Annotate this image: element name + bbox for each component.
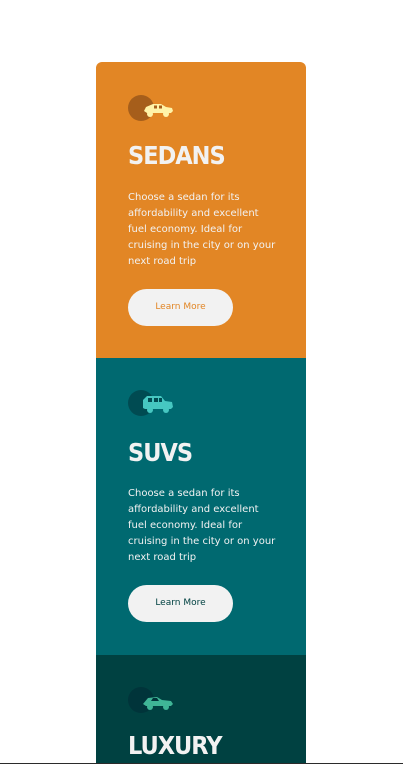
sedans-description: Choose a sedan for its affordability and… (128, 192, 276, 267)
sedans-title: Sedans (128, 141, 226, 170)
sedan-icon (128, 94, 176, 122)
suvs-learn-more-button[interactable]: Learn More (128, 585, 233, 622)
luxury-title: Luxury (128, 731, 223, 760)
luxury-car-icon (128, 687, 176, 715)
luxury-card: Luxury (96, 655, 306, 764)
car-category-cards: Sedans Choose a sedan for its affordabil… (96, 62, 306, 764)
suv-icon (128, 390, 176, 418)
suvs-description: Choose a sedan for its affordability and… (128, 488, 276, 563)
sedans-card: Sedans Choose a sedan for its affordabil… (96, 62, 306, 358)
suvs-card: SUVs Choose a sedan for its affordabilit… (96, 358, 306, 655)
sedans-learn-more-button[interactable]: Learn More (128, 289, 233, 326)
page: Sedans Choose a sedan for its affordabil… (0, 0, 403, 764)
suvs-title: SUVs (128, 438, 193, 467)
